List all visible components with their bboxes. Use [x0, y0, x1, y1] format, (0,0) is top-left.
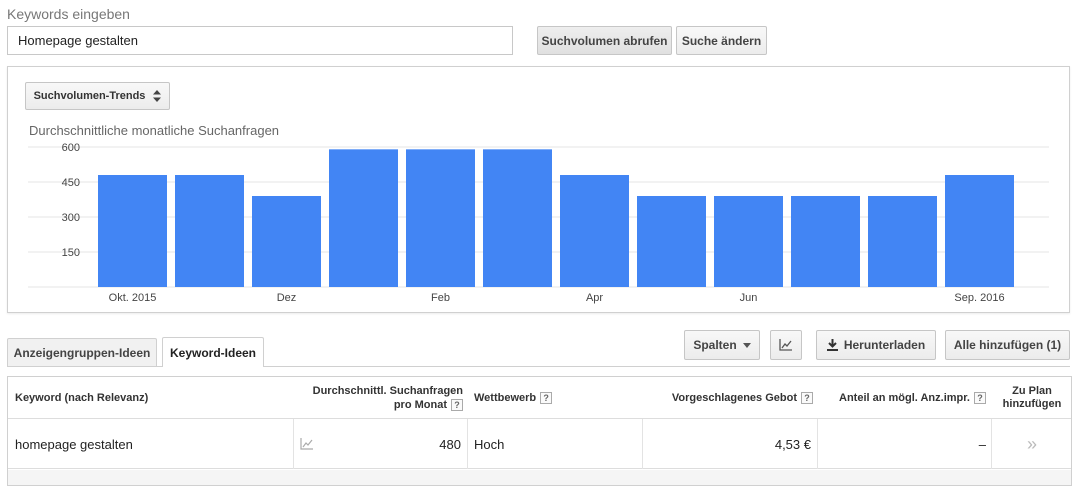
add-to-plan-button[interactable]: »: [993, 419, 1071, 469]
header-suggested-bid-label: Vorgeschlagenes Gebot: [671, 392, 797, 404]
header-suggested-bid[interactable]: Vorgeschlagenes Gebot?: [628, 377, 813, 419]
line-chart-icon: [779, 339, 792, 351]
help-icon[interactable]: ?: [801, 392, 813, 404]
bar: [791, 196, 860, 287]
caret-down-icon: [742, 342, 751, 348]
column-divider: [642, 419, 643, 469]
bar: [868, 196, 937, 287]
download-button-label: Herunterladen: [843, 338, 926, 352]
bar: [637, 196, 706, 287]
download-icon: [826, 339, 838, 351]
chart-type-select[interactable]: Suchvolumen-Trends: [25, 82, 170, 110]
download-button[interactable]: Herunterladen: [816, 330, 936, 360]
chart-title: Durchschnittliche monatliche Suchanfrage…: [29, 123, 280, 138]
sort-arrows-icon: [153, 90, 162, 102]
header-impression-share[interactable]: Anteil an mögl. Anz.impr.?: [818, 377, 986, 419]
header-avg-searches-line2: pro Monat: [393, 399, 447, 411]
x-tick-label: Dez: [277, 292, 297, 304]
bar: [98, 175, 167, 287]
keyword-label: Keywords eingeben: [7, 6, 130, 22]
x-tick-label: Apr: [586, 292, 603, 304]
columns-button-label: Spalten: [693, 338, 737, 352]
bar: [252, 196, 321, 287]
trend-chart-icon[interactable]: [300, 419, 320, 469]
bar: [483, 149, 552, 287]
table-row: homepage gestalten 480 Hoch 4,53 € – »: [8, 419, 1071, 469]
bar: [329, 149, 398, 287]
change-search-button[interactable]: Suche ändern: [676, 26, 767, 55]
keyword-ideas-table: Keyword (nach Relevanz) Durchschnittl. S…: [7, 376, 1072, 486]
bar: [560, 175, 629, 287]
bar: [406, 149, 475, 287]
header-keyword-label: Keyword (nach Relevanz): [15, 392, 149, 404]
header-keyword[interactable]: Keyword (nach Relevanz): [15, 377, 245, 419]
column-divider: [293, 419, 294, 469]
header-avg-searches-line1: Durchschnittl. Suchanfragen: [312, 385, 463, 397]
column-divider: [467, 419, 468, 469]
bar: [175, 175, 244, 287]
x-tick-label: Okt. 2015: [109, 292, 157, 304]
tab-ad-group-ideas[interactable]: Anzeigengruppen-Ideen: [7, 338, 157, 366]
help-icon[interactable]: ?: [540, 392, 553, 404]
y-tick-label: 300: [62, 212, 80, 224]
cell-keyword: homepage gestalten: [15, 436, 133, 452]
column-divider: [991, 419, 992, 469]
table-header: Keyword (nach Relevanz) Durchschnittl. S…: [8, 377, 1071, 419]
bar-chart: 150 300 450 600 Okt. 2015 Dez Feb Apr Jun Sep. 20…: [28, 142, 1049, 304]
x-tick-label: Sep. 2016: [954, 292, 1004, 304]
search-volume-chart-panel: Suchvolumen-Trends Durchschnittliche mon…: [7, 66, 1070, 313]
add-all-button[interactable]: Alle hinzufügen (1): [945, 330, 1070, 360]
column-divider: [817, 419, 818, 469]
x-tick-label: Feb: [431, 292, 450, 304]
cell-suggested-bid: 4,53 €: [774, 436, 811, 452]
header-competition[interactable]: Wettbewerb?: [474, 377, 614, 419]
cell-competition: Hoch: [474, 436, 505, 452]
header-add-to-plan: Zu Plan hinzufügen: [993, 377, 1071, 419]
bar: [714, 196, 783, 287]
bar: [945, 175, 1014, 287]
header-competition-label: Wettbewerb: [474, 392, 537, 404]
table-footer: [8, 470, 1071, 485]
chart-type-select-label: Suchvolumen-Trends: [33, 90, 146, 102]
header-add-to-plan-line1: Zu Plan: [1012, 385, 1052, 397]
help-icon[interactable]: ?: [974, 392, 986, 404]
y-tick-label: 600: [62, 142, 80, 154]
header-add-to-plan-line2: hinzufügen: [1002, 398, 1062, 410]
y-tick-label: 150: [62, 247, 80, 259]
cell-impression-share: –: [978, 436, 986, 452]
y-tick-label: 450: [62, 177, 80, 189]
chart-toggle-button[interactable]: [770, 330, 802, 360]
columns-button[interactable]: Spalten: [684, 330, 760, 360]
header-impression-share-label: Anteil an mögl. Anz.impr.: [839, 392, 970, 404]
help-icon[interactable]: ?: [451, 399, 463, 412]
x-tick-label: Jun: [740, 292, 758, 304]
tab-keyword-ideas[interactable]: Keyword-Ideen: [162, 337, 264, 367]
get-search-volume-button[interactable]: Suchvolumen abrufen: [537, 26, 672, 55]
header-avg-searches[interactable]: Durchschnittl. Suchanfragen pro Monat?: [278, 377, 463, 419]
cell-avg-searches: 480: [439, 436, 461, 452]
keyword-input[interactable]: Homepage gestalten: [7, 26, 513, 55]
